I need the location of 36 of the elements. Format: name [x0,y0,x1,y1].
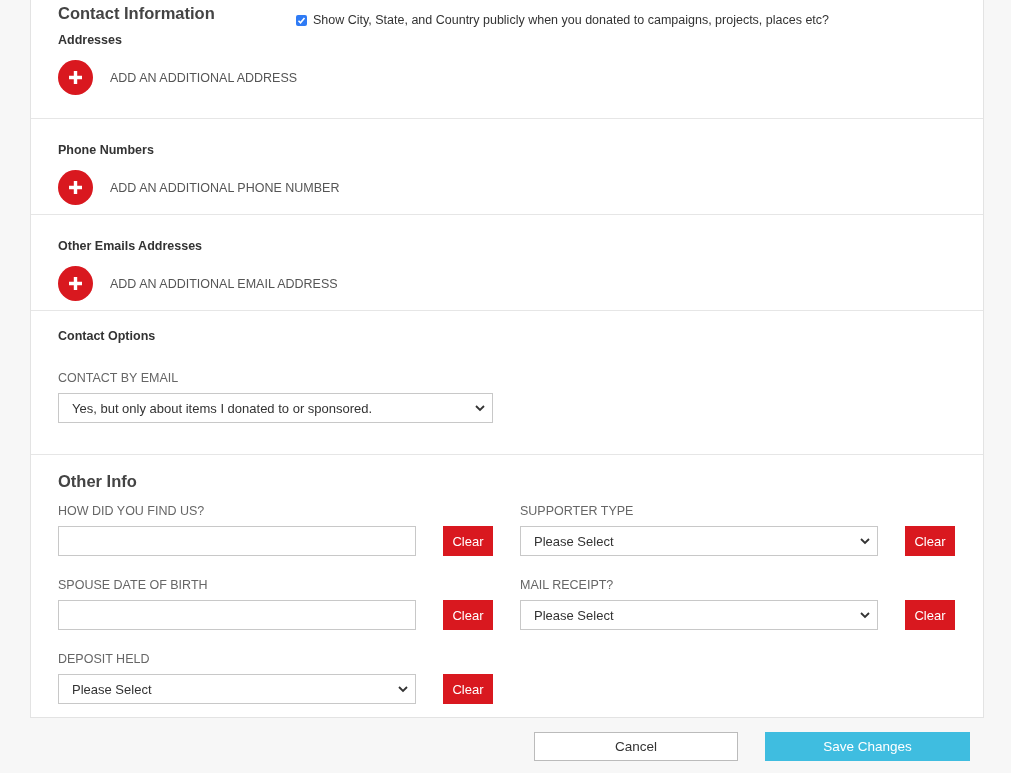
add-link[interactable]: ADD AN ADDITIONAL EMAIL ADDRESS [110,276,338,291]
clear-button[interactable]: Clear [443,526,493,556]
add-link[interactable]: ADD AN ADDITIONAL ADDRESS [110,70,298,85]
select-dropdown[interactable]: Yes, but only about items I donated to or sponsored. [58,393,493,423]
field-label: CONTACT BY EMAIL [58,371,180,386]
clear-button[interactable]: Clear [443,600,493,630]
select-dropdown[interactable]: Please Select [520,600,878,630]
section-title: Other Emails Addresses [58,239,204,253]
select-dropdown[interactable]: Please Select [520,526,878,556]
text-input-field[interactable] [58,600,416,630]
add-icon[interactable] [58,60,93,95]
clear-button[interactable]: Clear [905,526,955,556]
section-heading: Contact Information [58,4,216,23]
field-label: SPOUSE DATE OF BIRTH [58,578,209,593]
field-label: SUPPORTER TYPE [520,504,635,519]
field-label: MAIL RECEIPT? [520,578,615,593]
chevron-down-icon [860,538,870,545]
checkbox[interactable] [296,14,307,26]
chevron-down-icon [398,686,408,693]
clear-button[interactable]: Clear [905,600,955,630]
add-icon[interactable] [58,170,93,205]
field-label: DEPOSIT HELD [58,652,151,667]
text-input-field[interactable] [58,526,416,556]
chevron-down-icon [475,405,485,412]
section-title: Contact Options [58,329,157,343]
checkbox-label: Show City, State, and Country publicly when you donated to campaigns, projects, places etc? [313,13,830,27]
clear-button[interactable]: Clear [443,674,493,704]
add-icon[interactable] [58,266,93,301]
cancel-button[interactable]: Cancel [534,732,738,761]
add-link[interactable]: ADD AN ADDITIONAL PHONE NUMBER [110,180,340,195]
section-heading: Other Info [58,472,138,491]
chevron-down-icon [860,612,870,619]
select-dropdown[interactable]: Please Select [58,674,416,704]
subsection-title: Addresses [58,33,123,47]
section-title: Phone Numbers [58,143,155,157]
field-label: HOW DID YOU FIND US? [58,504,206,519]
